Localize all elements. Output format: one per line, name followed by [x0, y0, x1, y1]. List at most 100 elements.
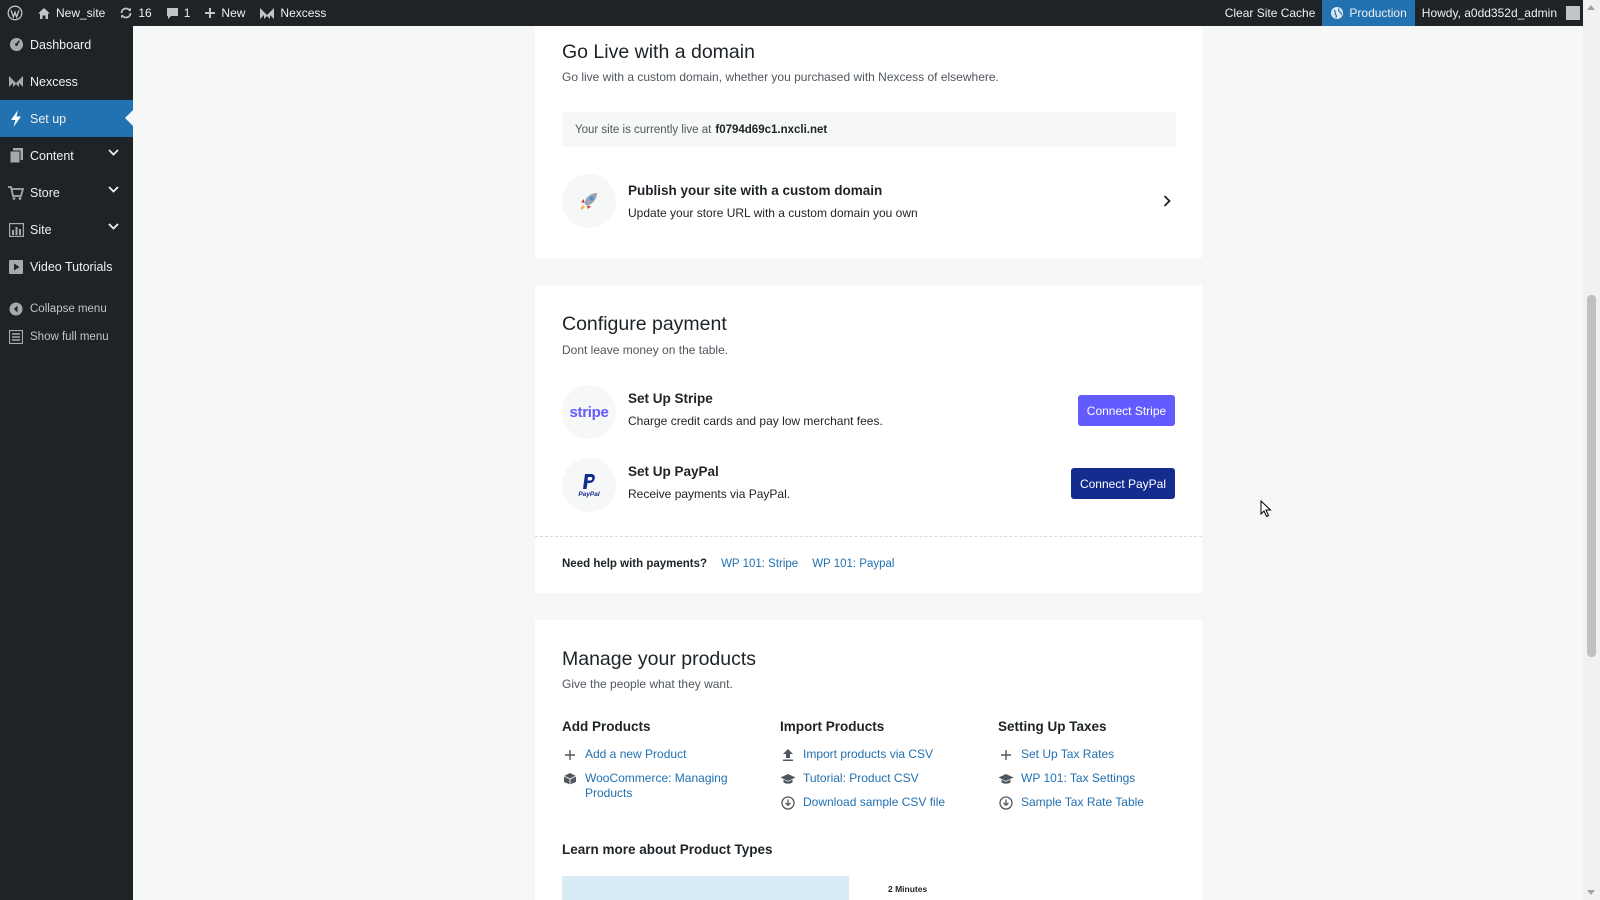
collapse-menu-label: Collapse menu	[30, 303, 107, 315]
wordpress-icon	[7, 5, 23, 21]
stripe-title: Set Up Stripe	[628, 391, 713, 406]
tax-settings-link[interactable]: WP 101: Tax Settings	[998, 771, 1198, 786]
set-up-tax-rates-link[interactable]: Set Up Tax Rates	[998, 747, 1198, 762]
sidebar-item-setup[interactable]: Set up	[0, 100, 133, 137]
chevron-right-icon	[1163, 195, 1171, 207]
nexcess-icon	[260, 7, 275, 19]
show-full-menu-button[interactable]: Show full menu	[0, 323, 133, 351]
page-scrollbar[interactable]	[1583, 0, 1600, 900]
chart-icon	[8, 222, 24, 238]
live-url-box: Your site is currently live at f0794d69c…	[562, 112, 1176, 147]
comment-icon	[166, 7, 178, 19]
scroll-up-arrow[interactable]	[1587, 5, 1595, 10]
plus-icon	[562, 747, 578, 762]
sidebar-item-label: Site	[30, 222, 52, 237]
sidebar-item-site[interactable]: Site	[0, 211, 133, 248]
wp101-paypal-link[interactable]: WP 101: Paypal	[812, 558, 894, 570]
cart-icon	[8, 185, 24, 201]
video-thumbnail[interactable]	[562, 876, 849, 900]
paypal-logo: PayPal	[562, 458, 616, 512]
publish-domain-title: Publish your site with a custom domain	[628, 183, 883, 198]
payment-card: Configure payment Dont leave money on th…	[535, 285, 1202, 593]
sidebar-item-nexcess[interactable]: Nexcess	[0, 63, 133, 100]
divider	[535, 536, 1202, 537]
updates-icon	[120, 7, 132, 19]
video-duration: 2 Minutes	[888, 884, 928, 894]
sidebar-item-store[interactable]: Store	[0, 174, 133, 211]
comments-link[interactable]: 1	[159, 0, 198, 26]
column-heading: Setting Up Taxes	[998, 719, 1107, 734]
plus-icon	[205, 8, 216, 18]
sample-tax-rate-table-link[interactable]: Sample Tax Rate Table	[998, 795, 1198, 810]
paypal-desc: Receive payments via PayPal.	[628, 487, 791, 501]
sidebar-item-label: Set up	[30, 111, 67, 126]
sidebar-item-content[interactable]: Content	[0, 137, 133, 174]
connect-stripe-button[interactable]: Connect Stripe	[1078, 395, 1175, 426]
site-name: New_site	[56, 6, 106, 20]
tutorial-product-csv-link[interactable]: Tutorial: Product CSV	[780, 771, 980, 786]
add-new-product-link[interactable]: Add a new Product	[562, 747, 762, 762]
column-heading: Import Products	[780, 719, 885, 734]
globe-icon	[1331, 7, 1344, 19]
domain-card-title: Go Live with a domain	[562, 41, 755, 63]
connect-paypal-button[interactable]: Connect PayPal	[1071, 468, 1175, 499]
show-full-menu-label: Show full menu	[30, 331, 109, 343]
environment-badge[interactable]: Production	[1322, 0, 1415, 26]
graduation-cap-icon	[780, 771, 796, 786]
chevron-down-icon	[108, 186, 119, 193]
admin-sidebar: Dashboard Nexcess Set up Content Store S…	[0, 26, 133, 900]
import-csv-link[interactable]: Import products via CSV	[780, 747, 980, 762]
nexcess-link[interactable]: Nexcess	[252, 0, 333, 26]
dashboard-icon	[8, 37, 24, 53]
comments-count: 1	[183, 6, 191, 20]
sidebar-item-dashboard[interactable]: Dashboard	[0, 26, 133, 63]
publish-domain-desc: Update your store URL with a custom doma…	[628, 206, 918, 220]
stripe-desc: Charge credit cards and pay low merchant…	[628, 414, 883, 428]
new-content-link[interactable]: New	[197, 0, 252, 26]
wp101-stripe-link[interactable]: WP 101: Stripe	[721, 558, 798, 570]
sidebar-item-video-tutorials[interactable]: Video Tutorials	[0, 248, 133, 285]
live-url-prefix: Your site is currently live at	[575, 123, 712, 136]
box-icon	[562, 771, 578, 786]
mouse-cursor-icon	[1260, 500, 1272, 518]
bolt-icon	[8, 110, 24, 127]
stripe-logo: stripe	[562, 385, 616, 439]
import-products-column: Import Products Import products via CSV …	[780, 719, 980, 819]
nexcess-icon	[8, 74, 24, 90]
payment-card-title: Configure payment	[562, 313, 727, 335]
download-icon	[780, 795, 796, 810]
domain-card: Go Live with a domain Go live with a cus…	[535, 0, 1202, 258]
admin-bar: New_site 16 1 New Nexcess Clear Site Cac…	[0, 0, 1600, 26]
upload-icon	[780, 747, 796, 762]
sidebar-item-label: Nexcess	[30, 74, 78, 89]
environment-label: Production	[1349, 6, 1407, 20]
taxes-column: Setting Up Taxes Set Up Tax Rates WP 101…	[998, 719, 1198, 819]
howdy-label: Howdy, a0dd352d_admin	[1421, 6, 1557, 20]
products-card-title: Manage your products	[562, 648, 757, 670]
domain-card-subtitle: Go live with a custom domain, whether yo…	[562, 70, 999, 84]
scrollbar-thumb[interactable]	[1587, 295, 1596, 657]
payment-help-row: Need help with payments? WP 101: Stripe …	[562, 558, 894, 570]
account-menu[interactable]: Howdy, a0dd352d_admin	[1415, 0, 1600, 26]
sidebar-item-label: Video Tutorials	[30, 259, 113, 274]
products-card-subtitle: Give the people what they want.	[562, 677, 733, 691]
site-name-link[interactable]: New_site	[30, 0, 112, 26]
scroll-down-arrow[interactable]	[1587, 890, 1595, 895]
products-card: Manage your products Give the people wha…	[535, 620, 1202, 900]
managing-products-link[interactable]: WooCommerce: Managing Products	[562, 771, 762, 801]
avatar	[1566, 6, 1580, 20]
plus-icon	[998, 747, 1014, 762]
add-products-column: Add Products Add a new Product WooCommer…	[562, 719, 762, 810]
collapse-icon	[8, 301, 24, 317]
pages-icon	[8, 148, 24, 164]
updates-link[interactable]: 16	[112, 0, 158, 26]
live-url: f0794d69c1.nxcli.net	[715, 123, 828, 136]
home-icon	[38, 7, 50, 19]
clear-cache-label: Clear Site Cache	[1224, 6, 1316, 20]
publish-domain-row[interactable]: Publish your site with a custom domain U…	[535, 172, 1202, 232]
clear-cache-button[interactable]: Clear Site Cache	[1218, 0, 1323, 26]
download-sample-csv-link[interactable]: Download sample CSV file	[780, 795, 980, 810]
sidebar-item-label: Dashboard	[30, 37, 92, 52]
collapse-menu-button[interactable]: Collapse menu	[0, 295, 133, 323]
wordpress-logo-button[interactable]	[0, 0, 30, 26]
